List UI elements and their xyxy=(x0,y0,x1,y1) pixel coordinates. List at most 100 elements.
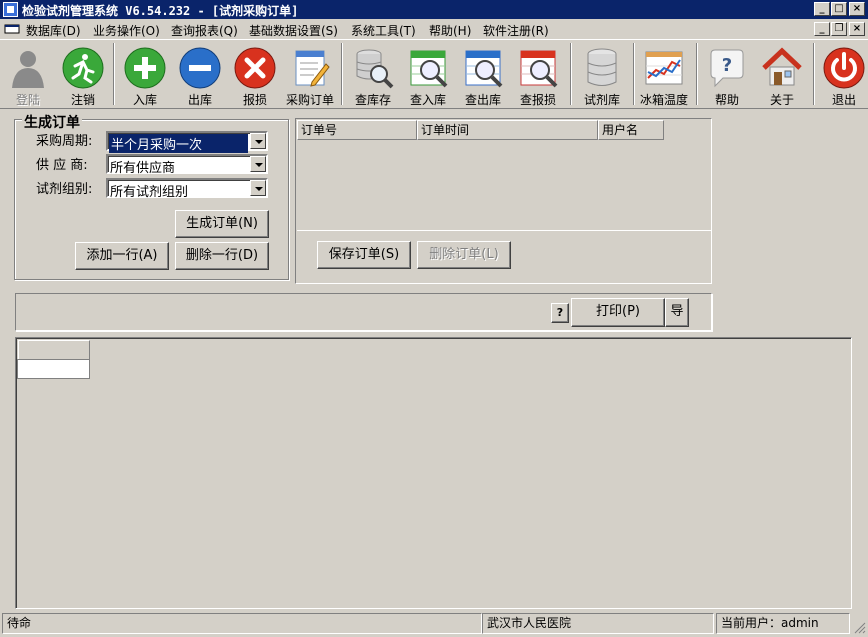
period-select[interactable]: 半个月采购一次 xyxy=(106,131,268,153)
menu-reports[interactable]: 查询报表(Q) xyxy=(171,22,238,39)
query-stock-button[interactable]: 查库存 xyxy=(346,41,400,109)
chevron-down-icon[interactable] xyxy=(250,133,266,149)
supplier-select[interactable]: 所有供应商 xyxy=(106,154,268,176)
query-damage-button[interactable]: 查报损 xyxy=(511,41,565,109)
user-silhouette-icon xyxy=(12,51,44,88)
power-icon xyxy=(823,47,865,89)
logout-label: 注销 xyxy=(70,93,95,107)
orders-panel: 订单号 订单时间 用户名 保存订单(S) 删除订单(L) xyxy=(295,118,712,284)
query-in-button[interactable]: 查入库 xyxy=(401,41,455,109)
chevron-down-icon[interactable] xyxy=(250,156,266,172)
delete-order-button[interactable]: 删除订单(L) xyxy=(417,241,511,269)
about-button[interactable]: 关于 xyxy=(755,41,809,109)
exit-label: 退出 xyxy=(831,93,856,107)
save-order-button[interactable]: 保存订单(S) xyxy=(317,241,411,269)
running-man-icon xyxy=(62,47,104,89)
grid-empty-row[interactable] xyxy=(17,359,90,379)
reagent-library-button[interactable]: 试剂库 xyxy=(575,41,629,109)
database-icon xyxy=(587,48,617,86)
red-sheet-magnifier-icon xyxy=(520,50,558,88)
menu-operations[interactable]: 业务操作(O) xyxy=(93,22,160,39)
purchase-order-label: 采购订单 xyxy=(285,93,334,107)
mdi-close-button[interactable]: × xyxy=(849,22,865,36)
blue-sheet-magnifier-icon xyxy=(465,50,503,88)
fridge-temp-button[interactable]: 冰箱温度 xyxy=(637,41,691,109)
delete-row-button[interactable]: 删除一行(D) xyxy=(175,242,269,270)
database-magnifier-icon xyxy=(356,49,394,89)
add-row-button[interactable]: 添加一行(A) xyxy=(75,242,169,270)
stock-out-label: 出库 xyxy=(187,93,212,107)
generate-order-panel: 生成订单 采购周期: 半个月采购一次 供 应 商: 所有供应商 试剂组别: 所有… xyxy=(4,112,292,284)
mdi-restore-button[interactable]: ❐ xyxy=(831,22,847,36)
x-circle-icon xyxy=(234,47,276,89)
menu-help[interactable]: 帮助(H) xyxy=(429,22,471,39)
app-icon xyxy=(3,2,18,17)
group-value: 所有试剂组别 xyxy=(110,185,189,200)
status-text: 待命 xyxy=(2,613,482,634)
group-select[interactable]: 所有试剂组别 xyxy=(106,178,268,200)
mdi-minimize-button[interactable]: _ xyxy=(814,22,830,36)
help-button[interactable]: ? 帮助 xyxy=(700,41,754,109)
close-button[interactable]: × xyxy=(849,2,865,16)
plus-circle-icon xyxy=(124,47,166,89)
group-label: 试剂组别: xyxy=(36,182,93,197)
exit-button[interactable]: 退出 xyxy=(817,41,868,109)
orders-grid[interactable]: 订单号 订单时间 用户名 xyxy=(297,120,711,231)
maximize-button[interactable]: □ xyxy=(831,2,847,16)
query-stock-label: 查库存 xyxy=(354,93,391,107)
help-bubble-icon: ? xyxy=(710,49,744,88)
column-user-name[interactable]: 用户名 xyxy=(598,120,664,140)
period-value: 半个月采购一次 xyxy=(109,134,248,153)
generate-order-legend: 生成订单 xyxy=(22,112,82,132)
column-order-no[interactable]: 订单号 xyxy=(297,120,417,140)
mdi-window-icon[interactable] xyxy=(4,23,20,35)
query-out-button[interactable]: 查出库 xyxy=(456,41,510,109)
menu-tools[interactable]: 系统工具(T) xyxy=(351,22,416,39)
print-help-button[interactable]: ? xyxy=(551,303,569,323)
help-label: 帮助 xyxy=(714,93,739,107)
menu-register[interactable]: 软件注册(R) xyxy=(483,22,549,39)
supplier-label: 供 应 商: xyxy=(36,158,88,173)
damage-label: 报损 xyxy=(242,93,267,107)
menu-database[interactable]: 数据库(D) xyxy=(26,22,81,39)
supplier-value: 所有供应商 xyxy=(110,161,176,176)
stock-in-button[interactable]: 入库 xyxy=(118,41,172,109)
purchase-order-button[interactable]: 采购订单 xyxy=(283,41,337,109)
login-label: 登陆 xyxy=(15,93,40,107)
reagent-library-label: 试剂库 xyxy=(583,93,620,107)
detail-grid[interactable] xyxy=(15,337,852,609)
fridge-temp-label: 冰箱温度 xyxy=(639,93,688,107)
query-out-label: 查出库 xyxy=(464,93,501,107)
print-button[interactable]: 打印(P) xyxy=(571,298,665,327)
minus-circle-icon xyxy=(179,47,221,89)
grid-header-cell[interactable] xyxy=(18,340,90,360)
stock-in-label: 入库 xyxy=(132,93,157,107)
house-icon xyxy=(762,47,802,86)
generate-order-button[interactable]: 生成订单(N) xyxy=(175,210,269,238)
stock-out-button[interactable]: 出库 xyxy=(173,41,227,109)
period-label: 采购周期: xyxy=(36,134,93,149)
export-button[interactable]: 导 xyxy=(665,298,689,327)
query-damage-label: 查报损 xyxy=(519,93,556,107)
column-order-time[interactable]: 订单时间 xyxy=(417,120,598,140)
status-user: 当前用户：admin xyxy=(716,613,850,634)
status-hospital: 武汉市人民医院 xyxy=(482,613,714,634)
menu-bar: 数据库(D) 业务操作(O) 查询报表(Q) 基础数据设置(S) 系统工具(T)… xyxy=(0,19,868,40)
window-title: 检验试剂管理系统 V6.54.232 - [试剂采购订单] xyxy=(22,4,299,18)
toolbar: 登陆 注销 入库 出库 报损 采购订单 查库存 查入库 查出库 查报损 试剂库 … xyxy=(0,41,868,109)
logout-button[interactable]: 注销 xyxy=(56,41,110,109)
title-bar: 检验试剂管理系统 V6.54.232 - [试剂采购订单] _ □ × xyxy=(0,0,868,19)
damage-button[interactable]: 报损 xyxy=(228,41,282,109)
green-sheet-magnifier-icon xyxy=(410,50,448,88)
login-button[interactable]: 登陆 xyxy=(1,41,55,109)
menu-base-data[interactable]: 基础数据设置(S) xyxy=(249,22,338,39)
print-bar: ? 打印(P) 导 xyxy=(15,293,712,331)
svg-text:?: ? xyxy=(722,55,732,76)
resize-grip-icon[interactable] xyxy=(852,620,866,634)
chevron-down-icon[interactable] xyxy=(250,180,266,196)
minimize-button[interactable]: _ xyxy=(814,2,830,16)
query-in-label: 查入库 xyxy=(409,93,446,107)
about-label: 关于 xyxy=(769,93,794,107)
chart-icon xyxy=(645,51,683,85)
notepad-pencil-icon xyxy=(295,50,330,87)
